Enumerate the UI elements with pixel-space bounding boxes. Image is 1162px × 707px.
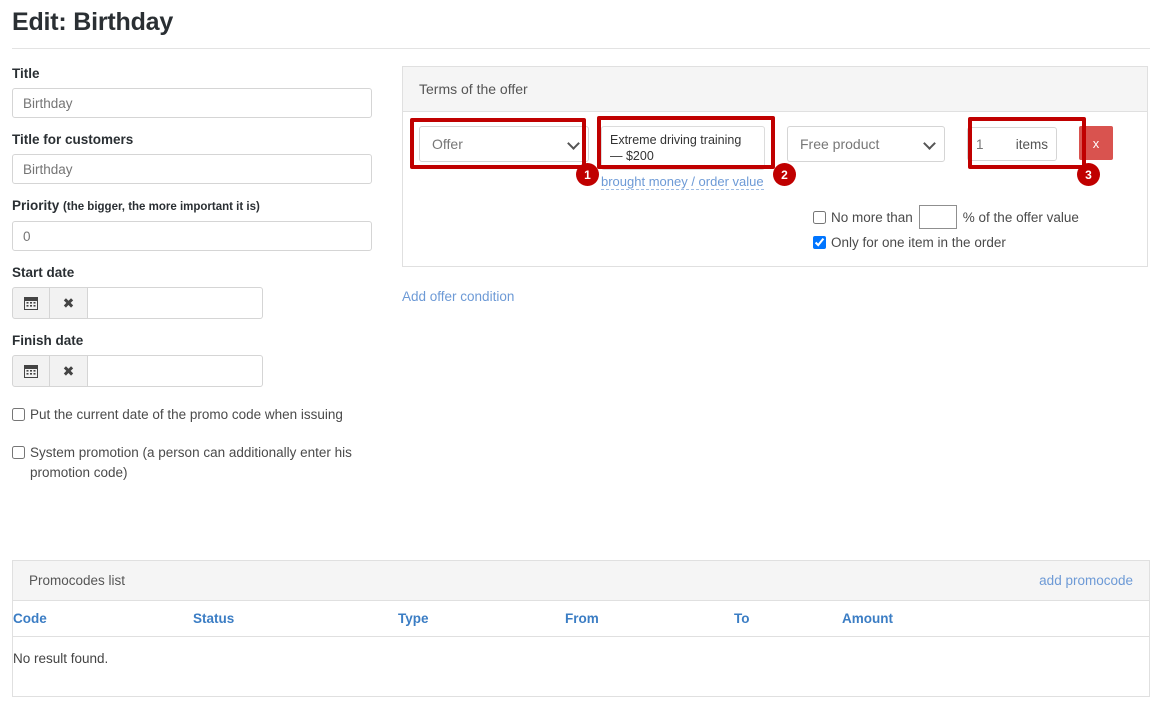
promocodes-panel-title: Promocodes list [29, 573, 126, 588]
page-root: Edit: Birthday Title Title for customers… [0, 0, 1162, 707]
promocodes-empty-message: No result found. [13, 651, 109, 666]
quantity-cell: 1 items [967, 126, 1079, 161]
no-more-than-row: No more than % of the offer value [813, 205, 1131, 229]
title-field-group: Title [12, 66, 372, 118]
finish-date-label: Finish date [12, 333, 84, 348]
put-current-date-checkbox[interactable] [12, 408, 25, 421]
no-more-than-checkbox[interactable] [813, 210, 826, 224]
no-more-than-label: No more than [831, 209, 913, 225]
condition-type-select-wrap: Offer [419, 126, 589, 162]
quantity-unit: items [1015, 136, 1048, 152]
left-form-column: Title Title for customers Priority (the … [12, 66, 372, 483]
system-promotion-checkbox-row[interactable]: System promotion (a person can additiona… [12, 443, 372, 483]
start-date-row: ✖ [12, 287, 372, 319]
priority-label: Priority (the bigger, the more important… [12, 198, 372, 215]
promocodes-table-body: No result found. [13, 637, 1149, 697]
title-for-customers-field-group: Title for customers [12, 132, 372, 184]
promocodes-header-row: Code Status Type From To Amount [13, 601, 1149, 637]
column-header-from[interactable]: From [565, 601, 734, 637]
finish-date-row: ✖ [12, 355, 372, 387]
condition-type-cell: Offer [419, 126, 601, 162]
column-header-status[interactable]: Status [193, 601, 398, 637]
add-promocode-link[interactable]: add promocode [1039, 573, 1133, 588]
finish-date-input[interactable] [88, 355, 263, 387]
quantity-value: 1 [976, 136, 984, 152]
only-one-item-checkbox[interactable] [813, 236, 826, 249]
priority-label-text: Priority [12, 198, 60, 213]
terms-panel-title: Terms of the offer [403, 67, 1147, 112]
no-more-than-percent-input[interactable] [918, 205, 957, 229]
title-label: Title [12, 66, 40, 81]
start-date-input[interactable] [88, 287, 263, 319]
delete-condition-button[interactable]: x [1079, 126, 1113, 160]
condition-type-select[interactable]: Offer [419, 126, 589, 162]
annotation-badge-3: 3 [1077, 163, 1100, 186]
title-input[interactable] [12, 88, 372, 118]
finish-date-field-group: Finish date ✖ [12, 333, 372, 387]
system-promotion-label: System promotion (a person can additiona… [30, 445, 352, 480]
put-current-date-label: Put the current date of the promo code w… [30, 407, 343, 422]
reward-type-select-wrap: Free product [787, 126, 945, 162]
product-metric-link[interactable]: brought money / order value [601, 174, 764, 190]
start-date-field-group: Start date ✖ [12, 265, 372, 319]
column-header-type[interactable]: Type [398, 601, 565, 637]
promocodes-panel-header: Promocodes list add promocode [13, 561, 1149, 601]
calendar-icon[interactable] [12, 287, 50, 319]
product-cell: Extreme driving training — $200 brought … [601, 126, 787, 191]
put-current-date-checkbox-row[interactable]: Put the current date of the promo code w… [12, 405, 372, 425]
column-header-to[interactable]: To [734, 601, 842, 637]
priority-field-group: Priority (the bigger, the more important… [12, 198, 372, 251]
only-one-item-row: Only for one item in the order [813, 235, 1131, 250]
title-divider [12, 48, 1150, 49]
promocodes-table: Code Status Type From To Amount No resul… [13, 601, 1149, 696]
annotation-badge-1: 1 [576, 163, 599, 186]
promocodes-panel: Promocodes list add promocode Code Statu… [12, 560, 1150, 697]
annotation-badge-2: 2 [773, 163, 796, 186]
promocodes-table-head: Code Status Type From To Amount [13, 601, 1149, 637]
terms-panel-body: Offer Extreme driving training — $200 br… [403, 112, 1147, 266]
column-header-code[interactable]: Code [13, 601, 193, 637]
column-header-amount[interactable]: Amount [842, 601, 1149, 637]
table-row: No result found. [13, 637, 1149, 697]
page-title: Edit: Birthday [12, 8, 174, 36]
reward-type-select[interactable]: Free product [787, 126, 945, 162]
add-offer-condition-link[interactable]: Add offer condition [402, 289, 514, 304]
clear-icon[interactable]: ✖ [50, 355, 88, 387]
title-for-customers-input[interactable] [12, 154, 372, 184]
only-one-item-label: Only for one item in the order [831, 235, 1006, 250]
clear-icon[interactable]: ✖ [50, 287, 88, 319]
priority-hint-text: (the bigger, the more important it is) [63, 201, 260, 213]
calendar-icon[interactable] [12, 355, 50, 387]
delete-condition-cell: x [1079, 126, 1113, 160]
priority-input[interactable] [12, 221, 372, 251]
offer-options-list: No more than % of the offer value Only f… [813, 205, 1131, 250]
title-for-customers-label: Title for customers [12, 132, 134, 147]
system-promotion-checkbox[interactable] [12, 446, 25, 459]
no-more-than-suffix: % of the offer value [962, 209, 1079, 225]
quantity-input[interactable]: 1 items [967, 127, 1057, 161]
product-select[interactable]: Extreme driving training — $200 [601, 126, 765, 170]
reward-type-cell: Free product [787, 126, 967, 162]
start-date-label: Start date [12, 265, 75, 280]
